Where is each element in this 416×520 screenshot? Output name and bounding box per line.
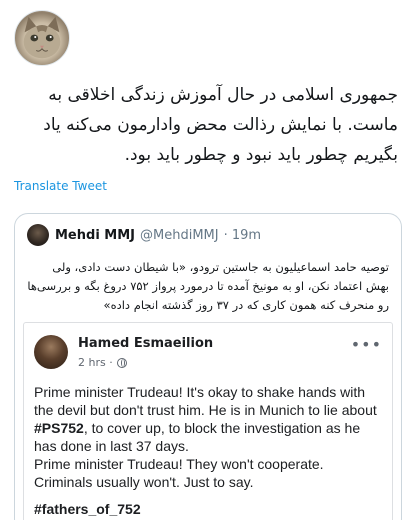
post-author-name: Hamed Esmaeilion — [78, 336, 214, 351]
quoted-tweet-header: Mehdi MMJ @MehdiMMJ · 19m — [27, 224, 261, 246]
post-meta: 2 hrs · — [78, 356, 127, 369]
post-paragraph-1: Prime minister Trudeau! It's okay to sha… — [34, 383, 378, 455]
hashtag-fathers-of-752: #fathers_of_752 — [34, 501, 141, 517]
tweet-text: جمهوری اسلامی در حال آموزش زندگی اخلاقی … — [43, 85, 398, 165]
quoted-tweet-text: توصیه حامد اسماعیلیون به جاستین ترودو، «… — [27, 260, 389, 312]
quoted-user-name[interactable]: Mehdi MMJ — [55, 228, 135, 243]
hashtag-ps752: #PS752 — [34, 420, 84, 436]
embedded-facebook-post: Hamed Esmaeilion 2 hrs · ••• Prime minis… — [23, 322, 393, 520]
post-text-segment: , to cover up, to block the investigatio… — [34, 420, 361, 454]
post-paragraph-2: Prime minister Trudeau! They won't coope… — [34, 456, 324, 490]
quoted-tweet-time[interactable]: · 19m — [224, 228, 261, 243]
cat-avatar-icon — [23, 16, 61, 59]
post-author-avatar — [34, 335, 68, 369]
post-time: 2 hrs · — [78, 356, 113, 369]
translate-tweet-link[interactable]: Translate Tweet — [14, 179, 107, 193]
quoted-user-avatar[interactable] — [27, 224, 49, 246]
more-options-icon: ••• — [350, 335, 382, 354]
user-avatar[interactable] — [14, 10, 70, 66]
globe-icon — [116, 357, 127, 368]
quoted-user-handle[interactable]: @MehdiMMJ — [140, 228, 219, 243]
post-text-segment: Prime minister Trudeau! It's okay to sha… — [34, 384, 377, 418]
quoted-tweet[interactable]: Mehdi MMJ @MehdiMMJ · 19m توصیه حامد اسم… — [14, 213, 402, 520]
post-body: Prime minister Trudeau! It's okay to sha… — [34, 383, 378, 491]
